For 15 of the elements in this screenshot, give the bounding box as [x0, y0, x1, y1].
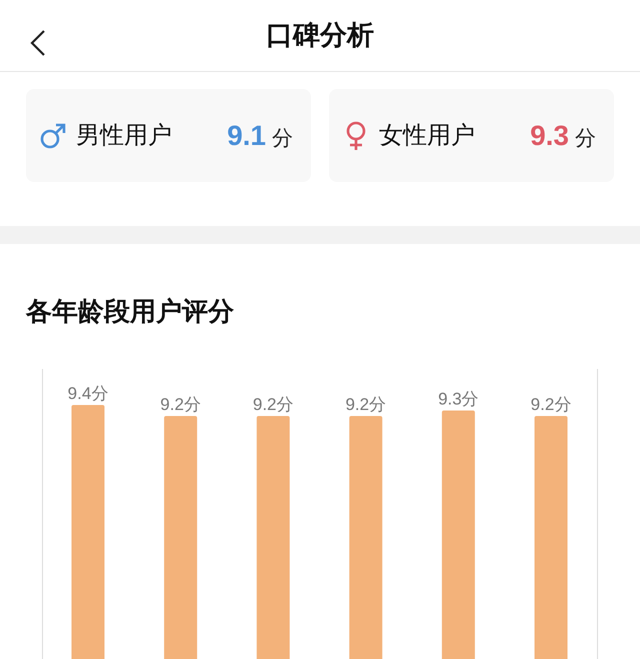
bar-value-label: 9.3分: [438, 390, 479, 408]
score-unit: 分: [575, 126, 596, 152]
page-title: 口碑分析: [266, 19, 374, 52]
bar-value-label: 9.4分: [68, 384, 108, 403]
score-value: 9.1: [227, 118, 266, 152]
gender-label: 男性用户: [76, 120, 172, 150]
bar-value-label: 9.2分: [345, 395, 386, 414]
back-icon[interactable]: [30, 29, 46, 57]
score-value: 9.3: [530, 118, 569, 152]
bar-value-label: 9.2分: [252, 395, 294, 414]
score-unit: 分: [272, 126, 293, 152]
section-title: 各年龄段用户评分: [26, 295, 235, 328]
bar-value-label: 9.2分: [160, 395, 201, 414]
gender-label: 女性用户: [379, 120, 475, 150]
bar-value-label: 9.2分: [530, 395, 572, 414]
